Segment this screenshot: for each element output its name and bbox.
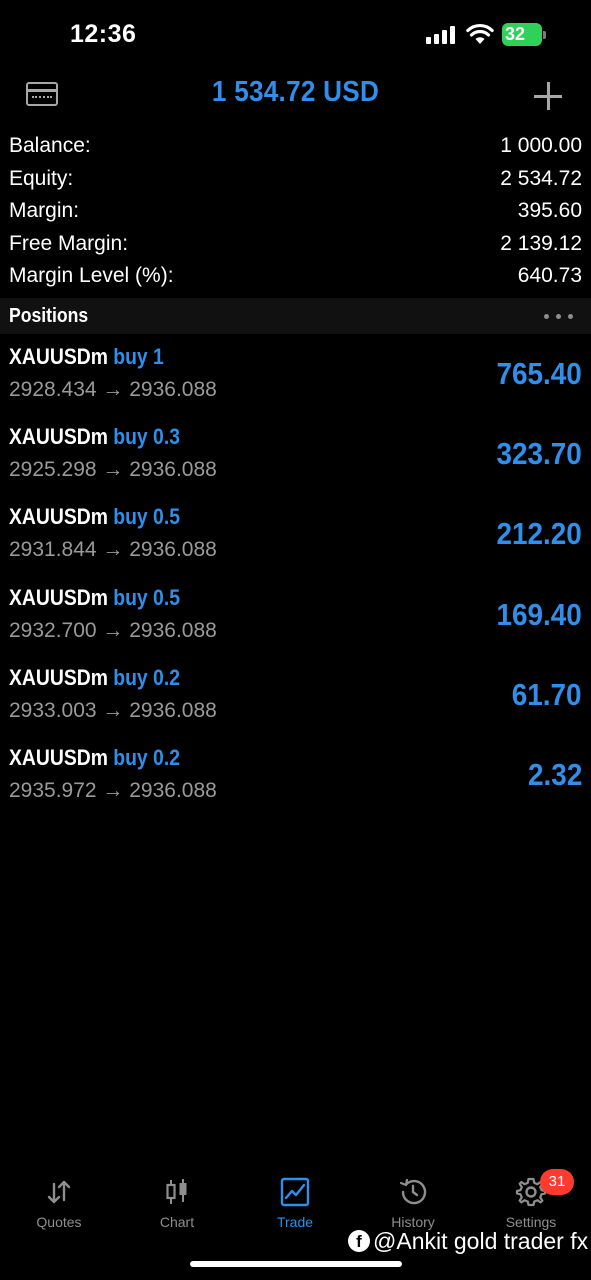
- status-time: 12:36: [70, 20, 137, 48]
- tab-label: Quotes: [36, 1214, 82, 1230]
- summary-label: Balance:: [9, 134, 91, 157]
- position-row[interactable]: XAUUSDm buy 0.2 2933.003 → 2936.088 61.70: [0, 661, 591, 741]
- position-row[interactable]: XAUUSDm buy 0.3 2925.298 → 2936.088 323.7…: [0, 420, 591, 500]
- summary-value: 395.60: [517, 199, 582, 222]
- position-symbol: XAUUSDm: [9, 424, 108, 450]
- summary-value: 2 139.12: [500, 231, 582, 255]
- position-profit: 2.32: [527, 756, 582, 792]
- tab-chart[interactable]: Chart: [118, 1160, 236, 1240]
- position-side: buy 0.2: [113, 664, 180, 690]
- facebook-icon: f: [348, 1230, 370, 1252]
- position-profit: 169.40: [496, 596, 582, 632]
- position-prices: 2931.844 → 2936.088: [9, 538, 217, 562]
- position-prices: 2925.298 → 2936.088: [9, 458, 217, 482]
- summary-label: Free Margin:: [9, 231, 129, 255]
- cellular-signal-icon: [426, 26, 458, 44]
- position-side: buy 0.3: [113, 424, 180, 450]
- position-prices: 2932.700 → 2936.088: [9, 618, 217, 642]
- summary-value: 1 000.00: [500, 134, 582, 157]
- battery-level: 32: [505, 24, 526, 44]
- position-profit: 61.70: [512, 676, 582, 712]
- battery-icon: 32: [502, 23, 546, 46]
- position-row[interactable]: XAUUSDm buy 0.2 2935.972 → 2936.088 2.32: [0, 741, 591, 821]
- tab-quotes[interactable]: Quotes: [0, 1160, 118, 1240]
- summary-label: Margin:: [9, 199, 80, 222]
- position-symbol: XAUUSDm: [9, 744, 108, 770]
- position-profit: 765.40: [496, 356, 582, 391]
- page-title: 1 534.72 USD: [211, 76, 380, 108]
- summary-value: 2 534.72: [500, 166, 582, 190]
- summary-row-balance: Balance: 1 000.00: [0, 131, 591, 164]
- positions-title: Positions: [9, 305, 89, 327]
- position-symbol: XAUUSDm: [9, 344, 108, 369]
- position-side: buy 1: [113, 344, 164, 369]
- position-symbol: XAUUSDm: [9, 664, 108, 690]
- summary-label: Margin Level (%):: [9, 264, 174, 287]
- tab-trade[interactable]: Trade: [236, 1160, 354, 1240]
- status-bar: 12:36 32: [0, 0, 591, 70]
- position-prices: 2935.972 → 2936.088: [9, 778, 217, 802]
- position-side: buy 0.2: [113, 744, 180, 770]
- position-side: buy 0.5: [113, 584, 180, 610]
- trade-chart-icon: [280, 1177, 310, 1207]
- position-side: buy 0.5: [113, 504, 180, 530]
- position-row[interactable]: XAUUSDm buy 0.5 2932.700 → 2936.088 169.4…: [0, 581, 591, 661]
- position-profit: 323.70: [496, 436, 582, 472]
- position-prices: 2933.003 → 2936.088: [9, 698, 217, 722]
- positions-list: XAUUSDm buy 1 2928.434 → 2936.088 765.40 …: [0, 340, 591, 821]
- position-symbol: XAUUSDm: [9, 584, 108, 610]
- positions-section-header: Positions: [0, 298, 591, 334]
- summary-label: Equity:: [9, 166, 74, 190]
- trade-header: 1 534.72 USD: [0, 70, 591, 122]
- tab-label: Trade: [276, 1214, 314, 1230]
- tab-label: Chart: [159, 1214, 195, 1230]
- position-row[interactable]: XAUUSDm buy 0.5 2931.844 → 2936.088 212.2…: [0, 500, 591, 580]
- position-row[interactable]: XAUUSDm buy 1 2928.434 → 2936.088 765.40: [0, 340, 591, 420]
- position-prices: 2928.434 → 2936.088: [9, 378, 217, 401]
- watermark-text: @Ankit gold trader fx: [373, 1227, 589, 1254]
- summary-row-margin-level: Margin Level (%): 640.73: [0, 261, 591, 294]
- position-profit: 212.20: [496, 516, 582, 552]
- summary-row-margin: Margin: 395.60: [0, 196, 591, 229]
- settings-notification-badge: 31: [540, 1169, 574, 1195]
- quotes-arrows-icon: [47, 1180, 71, 1204]
- summary-value: 640.73: [517, 264, 582, 287]
- wifi-icon: [466, 23, 494, 44]
- position-symbol: XAUUSDm: [9, 504, 108, 530]
- summary-row-equity: Equity: 2 534.72: [0, 164, 591, 197]
- history-clock-icon: [399, 1178, 427, 1205]
- plus-icon[interactable]: [534, 82, 562, 110]
- summary-row-free-margin: Free Margin: 2 139.12: [0, 229, 591, 262]
- more-options-icon[interactable]: [544, 314, 574, 320]
- account-summary: Balance: 1 000.00 Equity: 2 534.72 Margi…: [0, 131, 591, 294]
- home-indicator[interactable]: [190, 1261, 402, 1267]
- watermark: f @Ankit gold trader fx: [348, 1226, 588, 1256]
- candlestick-icon: [166, 1179, 187, 1204]
